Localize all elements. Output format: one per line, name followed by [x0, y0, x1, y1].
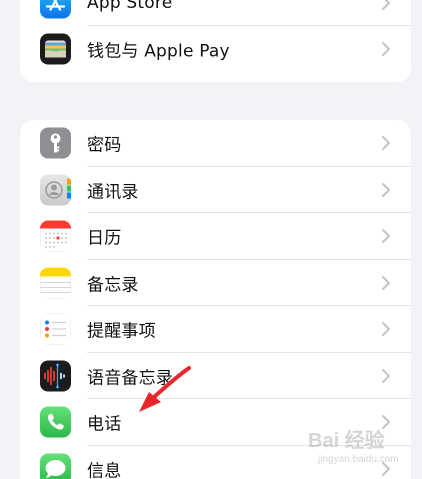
- chevron-right-icon: [381, 461, 391, 477]
- settings-row-label: 日历: [87, 228, 122, 249]
- chevron-right-icon: [381, 368, 391, 384]
- settings-row-reminders[interactable]: 提醒事项: [20, 306, 411, 353]
- wallet-icon: [40, 33, 71, 65]
- chevron-right-icon: [381, 414, 391, 430]
- messages-icon: [40, 453, 71, 479]
- chevron-right-icon: [381, 275, 391, 291]
- settings-group-store: App Store 钱包与 Apple Pay: [20, 0, 411, 82]
- settings-row-voice-memos[interactable]: 语音备忘录: [20, 353, 411, 399]
- phone-icon: [40, 406, 71, 438]
- chevron-right-icon: [381, 321, 391, 337]
- settings-row-label: 钱包与 Apple Pay: [87, 41, 230, 62]
- settings-row-label: 信息: [87, 461, 122, 479]
- settings-screen: App Store 钱包与 Apple Pay 密码 通讯录 日历 备忘录 提醒…: [0, 0, 422, 479]
- settings-row-messages[interactable]: 信息: [20, 446, 411, 479]
- settings-row-contacts[interactable]: 通讯录: [20, 167, 411, 213]
- settings-row-notes[interactable]: 备忘录: [20, 260, 411, 306]
- settings-row-label: 电话: [87, 414, 122, 435]
- calendar-icon: [40, 220, 71, 252]
- chevron-right-icon: [381, 135, 391, 151]
- key-icon: [40, 127, 71, 159]
- chevron-right-icon: [381, 0, 391, 11]
- chevron-right-icon: [381, 41, 391, 57]
- settings-row-calendar[interactable]: 日历: [20, 213, 411, 260]
- settings-row-label: 密码: [87, 135, 122, 156]
- settings-row-label: 通讯录: [87, 182, 139, 203]
- settings-row-label: 提醒事项: [87, 321, 156, 342]
- notes-icon: [40, 267, 71, 299]
- settings-row-label: 备忘录: [87, 275, 139, 296]
- reminders-icon: [40, 313, 71, 345]
- settings-row-label: App Store: [87, 0, 173, 13]
- settings-group-apps: 密码 通讯录 日历 备忘录 提醒事项 语音备忘录 电话 信息: [20, 120, 411, 479]
- chevron-right-icon: [381, 228, 391, 244]
- voice-memos-icon: [40, 360, 71, 392]
- settings-row-phone[interactable]: 电话: [20, 399, 411, 446]
- contacts-icon: [40, 174, 71, 206]
- settings-row-app-store[interactable]: App Store: [20, 0, 411, 26]
- settings-row-passwords[interactable]: 密码: [20, 120, 411, 167]
- chevron-right-icon: [381, 182, 391, 198]
- annotation-arrow-icon: [139, 366, 191, 412]
- settings-row-wallet[interactable]: 钱包与 Apple Pay: [20, 26, 411, 72]
- app-store-icon: [40, 0, 71, 19]
